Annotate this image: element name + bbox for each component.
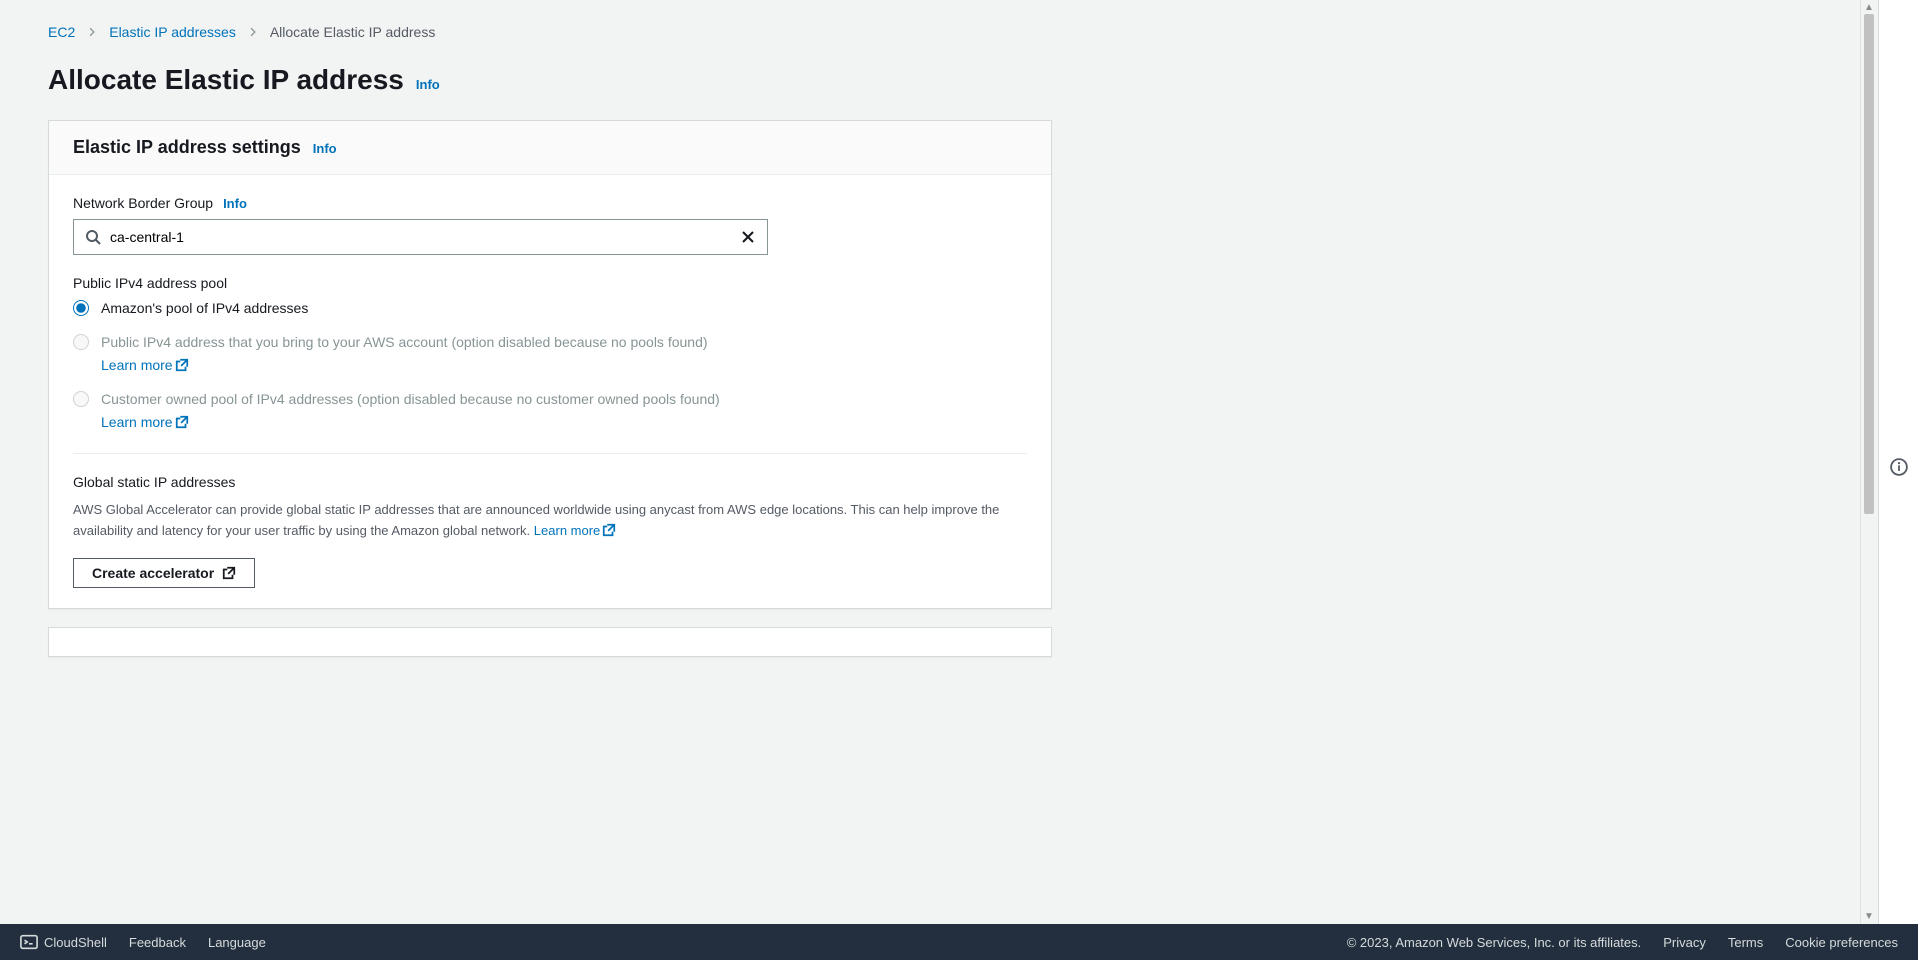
- pool-radio-group: Amazon's pool of IPv4 addresses Public I…: [73, 297, 1027, 433]
- copyright-text: © 2023, Amazon Web Services, Inc. or its…: [1347, 935, 1642, 950]
- create-accelerator-button[interactable]: Create accelerator: [73, 558, 255, 588]
- settings-panel: Elastic IP address settings Info Network…: [48, 120, 1052, 609]
- external-link-icon: [222, 566, 236, 580]
- pool-radio-byoip: [73, 334, 89, 350]
- search-icon: [85, 229, 101, 245]
- privacy-link[interactable]: Privacy: [1663, 935, 1706, 950]
- scrollbar-thumb[interactable]: [1864, 14, 1874, 514]
- pool-option-amazon-label: Amazon's pool of IPv4 addresses: [101, 297, 308, 319]
- language-button[interactable]: Language: [208, 935, 266, 950]
- page-info-link[interactable]: Info: [416, 77, 440, 92]
- feedback-link[interactable]: Feedback: [129, 935, 186, 950]
- chevron-right-icon: [248, 27, 258, 37]
- external-link-icon: [175, 415, 189, 429]
- terms-link[interactable]: Terms: [1728, 935, 1763, 950]
- cookie-preferences-button[interactable]: Cookie preferences: [1785, 935, 1898, 950]
- nbg-input[interactable]: [73, 219, 768, 255]
- info-panel-button[interactable]: [1890, 10, 1908, 924]
- byoip-learn-more-link[interactable]: Learn more: [101, 357, 189, 373]
- info-circle-icon: [1890, 458, 1908, 476]
- settings-panel-title: Elastic IP address settings: [73, 137, 301, 158]
- pool-title: Public IPv4 address pool: [73, 275, 1027, 291]
- global-learn-more-link[interactable]: Learn more: [534, 523, 616, 538]
- close-icon: [740, 229, 756, 245]
- pool-option-amazon[interactable]: Amazon's pool of IPv4 addresses: [73, 297, 1027, 319]
- nbg-label: Network Border Group: [73, 195, 213, 211]
- breadcrumb-current: Allocate Elastic IP address: [270, 24, 436, 40]
- pool-option-coip: Customer owned pool of IPv4 addresses (o…: [73, 388, 1027, 433]
- pool-radio-amazon[interactable]: [73, 300, 89, 316]
- chevron-right-icon: [87, 27, 97, 37]
- breadcrumb: EC2 Elastic IP addresses Allocate Elasti…: [48, 24, 1052, 40]
- global-description: AWS Global Accelerator can provide globa…: [73, 500, 1027, 542]
- scroll-down-arrow-icon[interactable]: ▼: [1864, 911, 1874, 922]
- breadcrumb-elastic-ips[interactable]: Elastic IP addresses: [109, 24, 236, 40]
- pool-radio-coip: [73, 391, 89, 407]
- cloudshell-link[interactable]: CloudShell: [20, 933, 107, 951]
- nbg-info-link[interactable]: Info: [223, 196, 247, 211]
- clear-input-button[interactable]: [734, 223, 762, 251]
- breadcrumb-ec2[interactable]: EC2: [48, 24, 75, 40]
- external-link-icon: [602, 523, 616, 537]
- cloudshell-icon: [20, 933, 38, 951]
- global-title: Global static IP addresses: [73, 474, 1027, 490]
- coip-learn-more-link[interactable]: Learn more: [101, 414, 189, 430]
- help-panel-toggle: [1878, 0, 1918, 924]
- settings-panel-info-link[interactable]: Info: [313, 141, 337, 156]
- pool-option-byoip-label: Public IPv4 address that you bring to yo…: [101, 331, 761, 376]
- scrollbar[interactable]: ▲ ▼: [1860, 0, 1878, 924]
- page-title: Allocate Elastic IP address: [48, 64, 404, 96]
- pool-option-coip-label: Customer owned pool of IPv4 addresses (o…: [101, 388, 761, 433]
- external-link-icon: [175, 358, 189, 372]
- footer: CloudShell Feedback Language © 2023, Ama…: [0, 924, 1918, 960]
- pool-option-byoip: Public IPv4 address that you bring to yo…: [73, 331, 1027, 376]
- scroll-up-arrow-icon[interactable]: ▲: [1864, 2, 1874, 13]
- next-panel-peek: [48, 627, 1052, 657]
